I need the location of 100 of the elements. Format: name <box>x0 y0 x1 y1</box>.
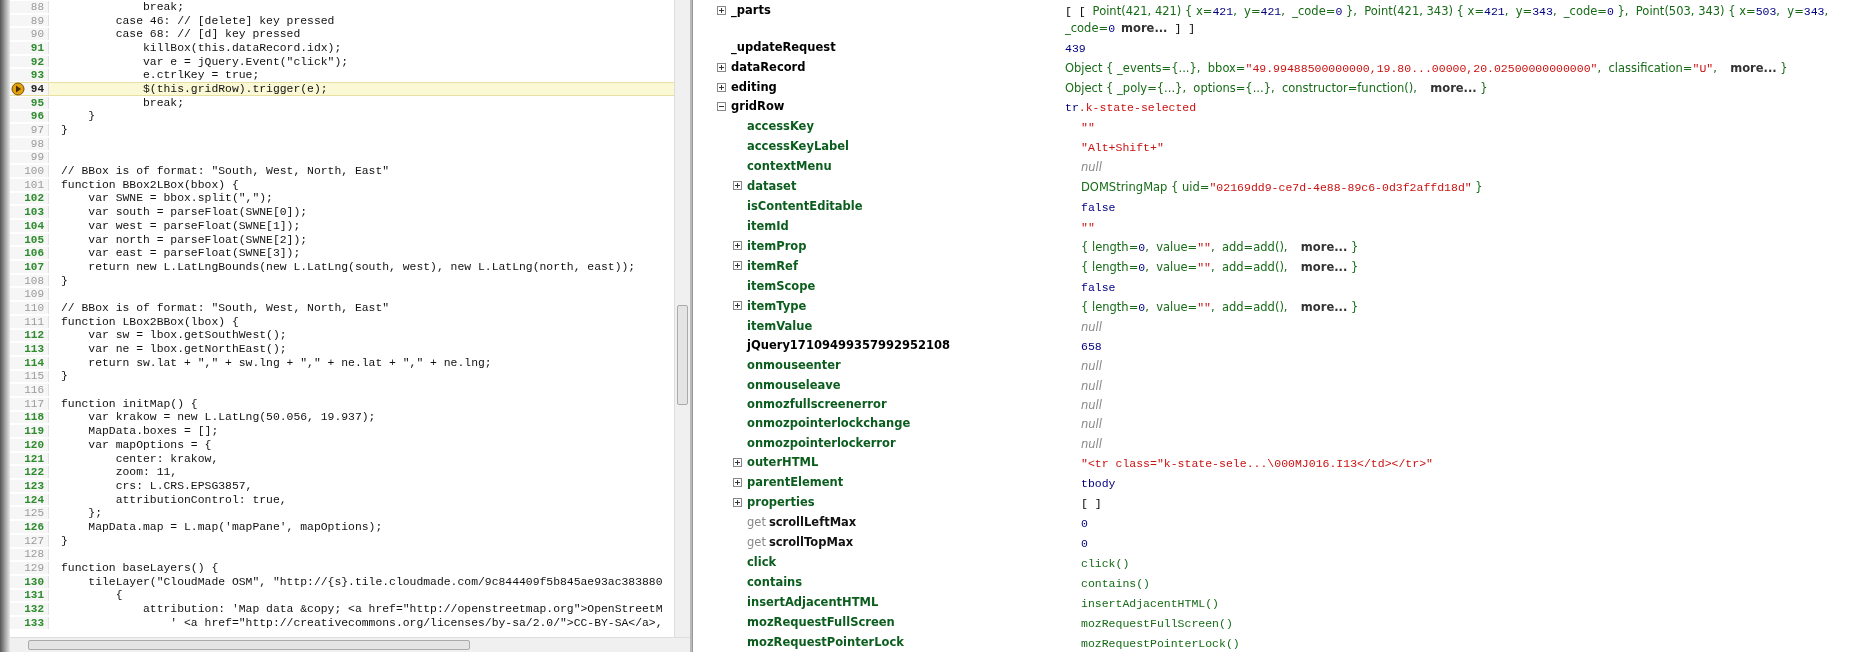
line-number: 131 <box>24 589 44 602</box>
property-value: null <box>1081 416 1103 433</box>
property-row[interactable]: click click() <box>697 552 1868 573</box>
code-line: var east = parseFloat(SWNE[3]); <box>87 247 301 260</box>
property-row[interactable]: _parts [ [ Point(421, 421) { x=421, y=421, _code=0 }, Point(421, 343) { x=421, y=343, _code=0 }, Point(503, 343) { x=503, y=343, _code=0 more... ] ] <box>697 0 1868 37</box>
property-row[interactable]: onmozfullscreenerror null <box>697 393 1868 414</box>
line-number: 96 <box>30 110 44 123</box>
property-value: DOMStringMap { uid="02169dd9-ce7d-4e88-89c6-0d3f2affd18d" } <box>1081 178 1484 196</box>
code-line: } <box>87 110 96 123</box>
property-value: mozRequestFullScreen() <box>1081 616 1234 633</box>
property-row[interactable]: mozRequestPointerLock mozRequestPointerLock() <box>697 632 1868 652</box>
property-row[interactable]: dataset DOMStringMap { uid="02169dd9-ce7d-4e88-89c6-0d3f2affd18d" } <box>697 175 1868 196</box>
property-name: properties <box>747 495 815 510</box>
line-number: 104 <box>24 219 44 232</box>
property-value: { length=0, value="", add=add(), more... } <box>1081 258 1360 276</box>
property-row[interactable]: gridRow tr.k-state-selected <box>697 96 1868 117</box>
code-line: var south = parseFloat(SWNE[0]); <box>87 206 308 219</box>
property-value: false <box>1081 199 1117 216</box>
property-name: click <box>747 555 777 570</box>
property-value: Object { _poly={...}, options={...}, constructor=function(), more... } <box>1065 80 1489 96</box>
property-row[interactable]: onmozpointerlockerror null <box>697 432 1868 453</box>
line-number: 103 <box>24 206 44 219</box>
property-name: _updateRequest <box>731 40 836 54</box>
line-number: 107 <box>24 260 44 273</box>
property-row[interactable]: jQuery17109499357992952108 658 <box>697 335 1868 356</box>
code-line: } <box>60 370 68 383</box>
line-number: 95 <box>30 96 44 109</box>
property-value: 658 <box>1081 339 1103 356</box>
property-row[interactable]: mozRequestFullScreen mozRequestFullScreen() <box>697 612 1868 633</box>
property-row[interactable]: onmozpointerlockchange null <box>697 413 1868 433</box>
property-row[interactable]: itemRef { length=0, value="", add=add(), more... } <box>697 255 1868 276</box>
line-number: 116 <box>24 384 44 397</box>
line-number: 94 <box>30 82 44 95</box>
line-number: 108 <box>24 274 44 287</box>
property-row[interactable]: parentElement tbody <box>697 472 1868 493</box>
property-name: onmouseenter <box>747 358 841 373</box>
property-row[interactable]: itemType { length=0, value="", add=add(), more... } <box>697 295 1868 316</box>
code-line: var e = jQuery.Event("click"); <box>142 55 349 68</box>
code-line: var ne = lbox.getNorthEast(); <box>87 343 287 356</box>
line-number: 133 <box>24 616 44 629</box>
property-name: onmozfullscreenerror <box>747 396 887 411</box>
code-line: break; <box>142 96 185 109</box>
property-name: itemType <box>747 298 807 313</box>
code-line: break; <box>142 0 185 13</box>
getter-label: get <box>747 535 766 550</box>
code-line: var mapOptions = { <box>87 438 212 451</box>
property-name: dataRecord <box>731 60 806 74</box>
line-number: 132 <box>24 603 44 616</box>
property-row[interactable]: contains contains() <box>697 572 1868 593</box>
code-line: var SWNE = bbox.split(","); <box>87 192 273 205</box>
property-value: null <box>1081 318 1103 335</box>
property-name: itemValue <box>747 318 813 333</box>
line-number: 115 <box>24 370 44 383</box>
property-row[interactable]: get scrollLeftMax 0 <box>697 512 1868 533</box>
property-row[interactable]: itemId "" <box>697 215 1868 236</box>
line-number: 98 <box>30 137 44 150</box>
code-line: MapData.map = L.map('mapPane', mapOptions); <box>87 520 383 533</box>
property-value: [ [ Point(421, 421) { x=421, y=421, _code=0 }, Point(421, 343) { x=421, y=343, _code=0 }, Point(503, 343) { x=503, y=343, _code=0 more... ] ] <box>1065 3 1830 37</box>
property-row[interactable]: itemValue null <box>697 315 1868 336</box>
property-row[interactable]: itemProp { length=0, value="", add=add(), more... } <box>697 235 1868 256</box>
code-line: attributionControl: true, <box>114 493 287 506</box>
property-name: accessKeyLabel <box>747 139 849 154</box>
line-number: 119 <box>24 425 44 438</box>
property-row[interactable]: insertAdjacentHTML insertAdjacentHTML() <box>697 592 1868 613</box>
line-number: 126 <box>24 520 44 533</box>
code-line: }; <box>87 507 102 520</box>
property-row[interactable]: accessKey "" <box>697 116 1868 137</box>
code-line: function baseLayers() { <box>60 562 219 575</box>
property-value: 0 <box>1081 536 1089 553</box>
property-row[interactable]: contextMenu null <box>697 156 1868 176</box>
property-row[interactable]: onmouseleave null <box>697 374 1868 394</box>
line-number: 91 <box>30 41 44 54</box>
property-row[interactable]: accessKeyLabel "Alt+Shift+" <box>697 136 1868 157</box>
property-row[interactable]: properties [ ] <box>697 492 1868 513</box>
property-row[interactable]: editing Object { _poly={...}, options={...}, constructor=function(), more... } <box>697 77 1868 97</box>
code-line: function BBox2LBox(bbox) { <box>60 178 239 191</box>
property-row[interactable]: outerHTML "<tr class="k-state-sele...\000MJ016.I13</td></tr>" <box>697 452 1868 473</box>
property-row[interactable]: _updateRequest 439 <box>697 37 1868 57</box>
property-value: 439 <box>1065 41 1087 57</box>
property-row[interactable]: isContentEditable false <box>697 195 1868 216</box>
code-line: function initMap() { <box>60 397 198 410</box>
code-line: var north = parseFloat(SWNE[2]); <box>87 233 308 246</box>
property-row[interactable]: itemScope false <box>697 275 1868 296</box>
property-row[interactable]: onmouseenter null <box>697 355 1868 375</box>
line-number: 121 <box>24 452 44 465</box>
code-line: ' <a href="http://creativecommons.org/licenses/by-sa/2.0/">CC-BY-SA</a>, <box>169 616 663 629</box>
line-number: 93 <box>30 69 44 82</box>
line-number: 106 <box>24 247 44 260</box>
property-name: mozRequestPointerLock <box>747 635 904 650</box>
code-line: crs: L.CRS.EPSG3857, <box>114 479 253 492</box>
property-value: "" <box>1081 219 1096 236</box>
property-row[interactable]: get scrollTopMax 0 <box>697 532 1868 553</box>
property-value: null <box>1081 358 1103 375</box>
property-value: null <box>1081 159 1103 176</box>
code-line: zoom: 11, <box>114 466 178 479</box>
line-number: 112 <box>24 329 44 342</box>
code-line: { <box>114 589 123 602</box>
line-number: 90 <box>30 28 44 41</box>
property-row[interactable]: dataRecord Object { _events={...}, bbox="49.99488500000000,19.80...00000,20.02500000000000", classification="U", more... } <box>697 57 1868 77</box>
code-line: center: krakow, <box>114 452 219 465</box>
